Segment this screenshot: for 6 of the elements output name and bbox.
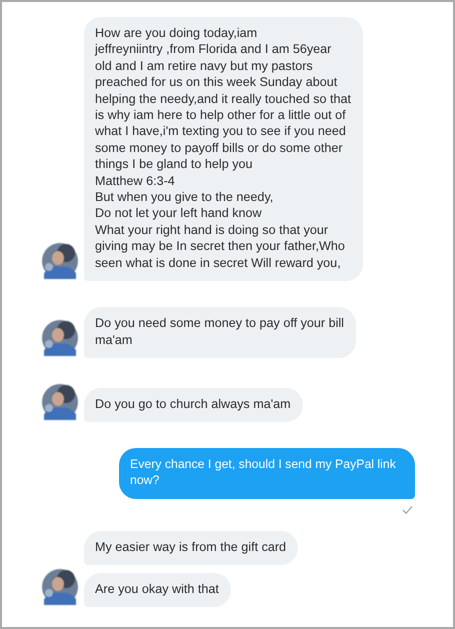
message-bubble: How are you doing today,iam jeffreyniintry ,from Florida and I am 56year old and I am retire navy but my pastors preached for us on this week Sunday about helping the needy,and it really touched so that is why iam here to help other for a little out of what I have,i'm texting you to see if you need some money to payoff bills or do some other things I be gland to help you Matthew 6:3-4 But when you give to the needy, Do not let your left hand know What your right hand is doing so that your giving may be In secret then your father,Who seen what is done in secret Will reward you, <box>84 17 364 282</box>
message-bubble: Are you okay with that <box>84 572 231 608</box>
message-bubble: My easier way is from the gift card <box>84 530 298 566</box>
message-bubble: Every chance I get, should I send my PayPal link now? <box>119 448 415 499</box>
message-bubble: Do you go to church always ma'am <box>84 388 303 422</box>
message-bubble: Do you need some money to pay off your bill ma'am <box>84 307 356 358</box>
